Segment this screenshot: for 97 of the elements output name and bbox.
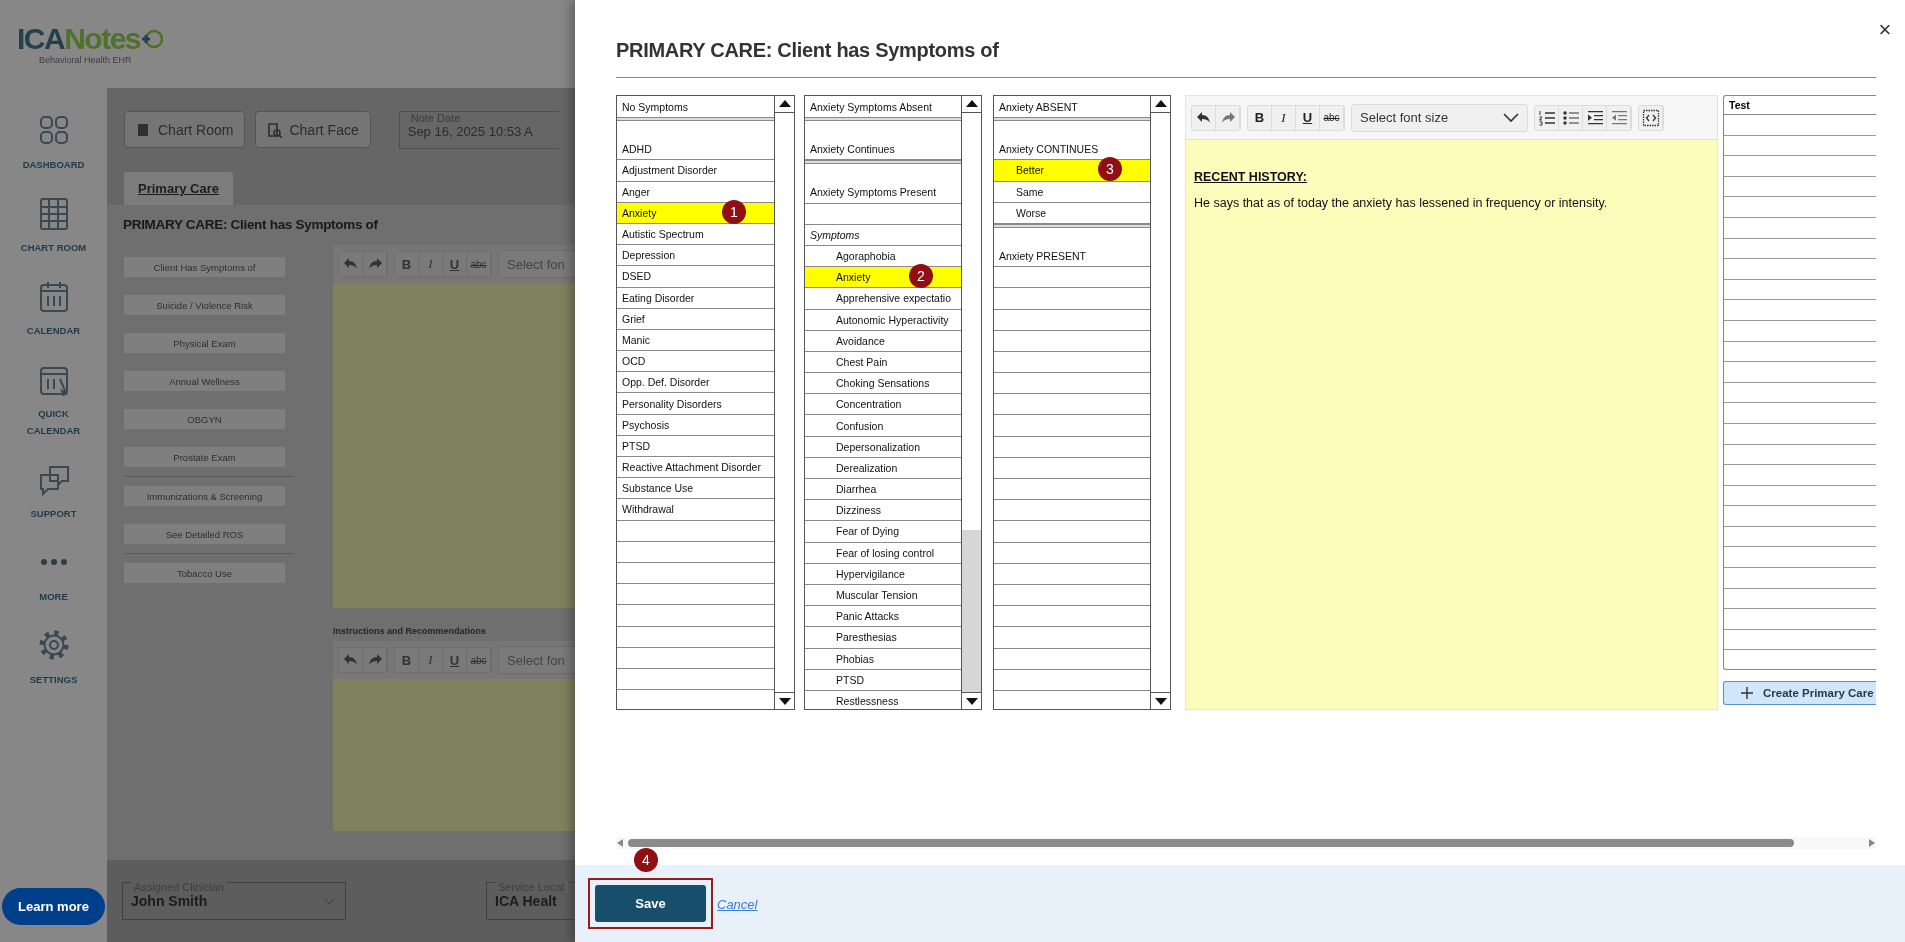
list-item[interactable]: OCD: [617, 351, 774, 373]
list-item[interactable]: Anxiety 2: [805, 267, 961, 289]
list-item[interactable]: Substance Use: [617, 478, 774, 500]
create-button[interactable]: Create Primary Care: [1723, 681, 1876, 705]
list-item[interactable]: Depression: [617, 245, 774, 267]
plus-icon: [1741, 687, 1753, 699]
bold-button[interactable]: B: [1248, 105, 1272, 130]
section-heading: PRIMARY CARE: Client has Symptoms of: [122, 216, 379, 234]
list-item[interactable]: Fear of losing control: [805, 542, 961, 564]
scrollbar[interactable]: [961, 96, 981, 709]
scroll-thumb[interactable]: [628, 839, 1794, 847]
list-item[interactable]: Confusion: [805, 415, 961, 437]
list-header: No Symptoms: [621, 99, 689, 115]
list-item[interactable]: PTSD: [617, 435, 774, 457]
list-item[interactable]: Personality Disorders: [617, 393, 774, 415]
dialog-title: PRIMARY CARE: Client has Symptoms of: [616, 38, 1876, 78]
close-button[interactable]: ×: [1875, 18, 1895, 42]
learn-more-button[interactable]: Learn more: [2, 888, 105, 925]
list-item[interactable]: Dizziness: [805, 500, 961, 522]
list-header: Anxiety ABSENT: [998, 99, 1079, 115]
list-item[interactable]: Autistic Spectrum: [617, 223, 774, 246]
list-header: Test: [1724, 96, 1876, 115]
section-button[interactable]: See Detailed ROS: [124, 524, 285, 544]
logo-tagline: Behavioral Health EHR: [39, 55, 132, 65]
cancel-link[interactable]: Cancel: [717, 897, 758, 912]
italic-button[interactable]: I: [1272, 105, 1296, 130]
step-badge: 3: [1098, 157, 1122, 182]
list-item[interactable]: PTSD: [805, 669, 961, 691]
scrollbar[interactable]: [1150, 96, 1170, 709]
code-view-icon: [1641, 108, 1660, 127]
editor-heading: RECENT HISTORY:: [1194, 170, 1308, 184]
horizontal-scrollbar[interactable]: [616, 837, 1876, 849]
editor-paragraph: He says that as of today the anxiety has lessened in frequency or intensity.: [1194, 196, 1609, 210]
font-size-select[interactable]: Select font size: [1352, 104, 1527, 131]
bullet-list-icon: [1561, 108, 1580, 127]
step-badge: 2: [909, 264, 933, 289]
list-item[interactable]: Psychosis: [617, 414, 774, 436]
ordered-list-icon: [1537, 108, 1556, 127]
list-item[interactable]: Concentration: [805, 394, 961, 416]
calendar-icon[interactable]: [37, 280, 70, 314]
tab[interactable]: Primary Care: [124, 172, 233, 205]
list-item[interactable]: Restlessness: [805, 690, 961, 709]
underline-button[interactable]: U: [1296, 105, 1320, 130]
list-item[interactable]: Autonomic Hyperactivity: [805, 309, 961, 331]
section-button[interactable]: OBGYN: [124, 409, 285, 429]
scrollbar[interactable]: [774, 96, 794, 709]
list-item[interactable]: Withdrawal: [617, 499, 774, 521]
list-item[interactable]: Adjustment Disorder: [617, 160, 774, 182]
list-item[interactable]: Same: [994, 181, 1150, 203]
strikethrough-button[interactable]: abc: [1320, 105, 1344, 130]
list-item[interactable]: Fear of Dying: [805, 521, 961, 543]
list-item[interactable]: Better 3: [994, 160, 1150, 182]
section-button[interactable]: Tobacco Use: [124, 563, 285, 583]
list-item[interactable]: Derealization: [805, 457, 961, 479]
indent-icon: [1585, 108, 1604, 127]
editor-label: Instructions and Recommendations: [333, 626, 488, 636]
list-item[interactable]: Opp. Def. Disorder: [617, 372, 774, 394]
section-button[interactable]: Annual Wellness: [124, 371, 285, 391]
list-item[interactable]: Panic Attacks: [805, 606, 961, 628]
scroll-right-icon[interactable]: [1868, 838, 1876, 848]
list-item[interactable]: Anxiety PRESENT: [994, 245, 1150, 268]
group-heading: Symptoms: [805, 224, 961, 246]
step-badge: 1: [722, 199, 746, 224]
list-item[interactable]: Phobias: [805, 648, 961, 670]
list-item[interactable]: Hypervigilance: [805, 563, 961, 585]
list-item[interactable]: Apprehensive expectatio: [805, 288, 961, 310]
plus-bubble-icon: [141, 28, 164, 50]
section-button[interactable]: Suicide / Violence Risk: [124, 295, 285, 315]
chevron-down-icon: [1503, 112, 1519, 123]
list-item[interactable]: Anxiety Symptoms Present: [805, 182, 961, 204]
outdent-icon: [1609, 108, 1628, 127]
list-item[interactable]: Chest Pain: [805, 351, 961, 374]
logo-wordmark: ICANotes: [17, 23, 141, 55]
list-item[interactable]: Diarrhea: [805, 479, 961, 501]
list-item[interactable]: Anxiety 1: [617, 202, 774, 224]
list-item[interactable]: Eating Disorder: [617, 287, 774, 309]
list-item[interactable]: Paresthesias: [805, 627, 961, 649]
list-item[interactable]: Grief: [617, 308, 774, 330]
list-item[interactable]: ADHD: [617, 139, 774, 161]
list-item[interactable]: Worse: [994, 202, 1150, 224]
document-search-icon: [267, 121, 284, 138]
scroll-left-icon[interactable]: [616, 838, 624, 848]
list-item[interactable]: Reactive Attachment Disorder: [617, 457, 774, 479]
list-item[interactable]: DSED: [617, 266, 774, 288]
list-item[interactable]: Manic: [617, 329, 774, 352]
list-item[interactable]: Depersonalization: [805, 436, 961, 458]
section-button[interactable]: Immunizations & Screening: [124, 486, 285, 506]
save-button[interactable]: Save: [595, 885, 706, 922]
list-item[interactable]: Muscular Tension: [805, 584, 961, 607]
chat-bubbles-icon[interactable]: [37, 463, 70, 497]
list-item[interactable]: Choking Sensations: [805, 373, 961, 395]
step-badge: 4: [634, 848, 658, 872]
list-item[interactable]: Avoidance: [805, 330, 961, 352]
text-editor[interactable]: RECENT HISTORY: He says that as of today the anxiety has lessened in frequency or intensity.: [1186, 140, 1717, 709]
scroll-thumb[interactable]: [962, 529, 981, 692]
list-header: Anxiety Symptoms Absent: [809, 99, 933, 115]
section-button[interactable]: Client Has Symptoms of: [124, 257, 285, 277]
